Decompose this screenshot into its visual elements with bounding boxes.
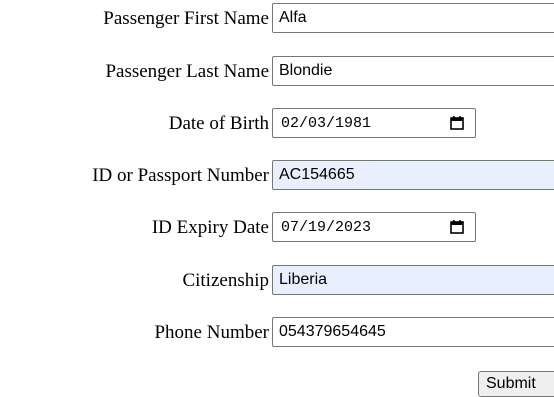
- phone-number-value: 054379654645: [279, 323, 386, 340]
- last-name-value: Blondie: [279, 62, 333, 79]
- id-expiry-date-value: 07/19/2023: [281, 218, 372, 236]
- passport-number-value: AC154665: [279, 166, 355, 183]
- passport-number-input[interactable]: AC154665: [272, 160, 554, 190]
- citizenship-label: Citizenship: [182, 270, 269, 291]
- calendar-icon[interactable]: [449, 219, 465, 235]
- passenger-form: Passenger First Name Alfa Passenger Last…: [0, 0, 554, 397]
- phone-number-label: Phone Number: [154, 322, 269, 343]
- submit-button[interactable]: Submit: [478, 371, 554, 397]
- citizenship-value: Liberia: [279, 271, 328, 288]
- id-expiry-date-label: ID Expiry Date: [151, 217, 269, 238]
- phone-number-input[interactable]: 054379654645: [272, 317, 554, 347]
- first-name-label: Passenger First Name: [103, 8, 269, 29]
- first-name-input[interactable]: Alfa: [272, 3, 554, 33]
- passport-number-label: ID or Passport Number: [92, 165, 269, 186]
- date-of-birth-label: Date of Birth: [168, 113, 269, 134]
- id-expiry-date-input[interactable]: 07/19/2023: [272, 212, 476, 242]
- first-name-value: Alfa: [279, 9, 307, 26]
- last-name-label: Passenger Last Name: [105, 61, 269, 82]
- last-name-input[interactable]: Blondie: [272, 56, 554, 86]
- citizenship-input[interactable]: Liberia: [272, 265, 554, 295]
- calendar-icon[interactable]: [449, 115, 465, 131]
- date-of-birth-input[interactable]: 02/03/1981: [272, 108, 476, 138]
- date-of-birth-value: 02/03/1981: [281, 114, 372, 132]
